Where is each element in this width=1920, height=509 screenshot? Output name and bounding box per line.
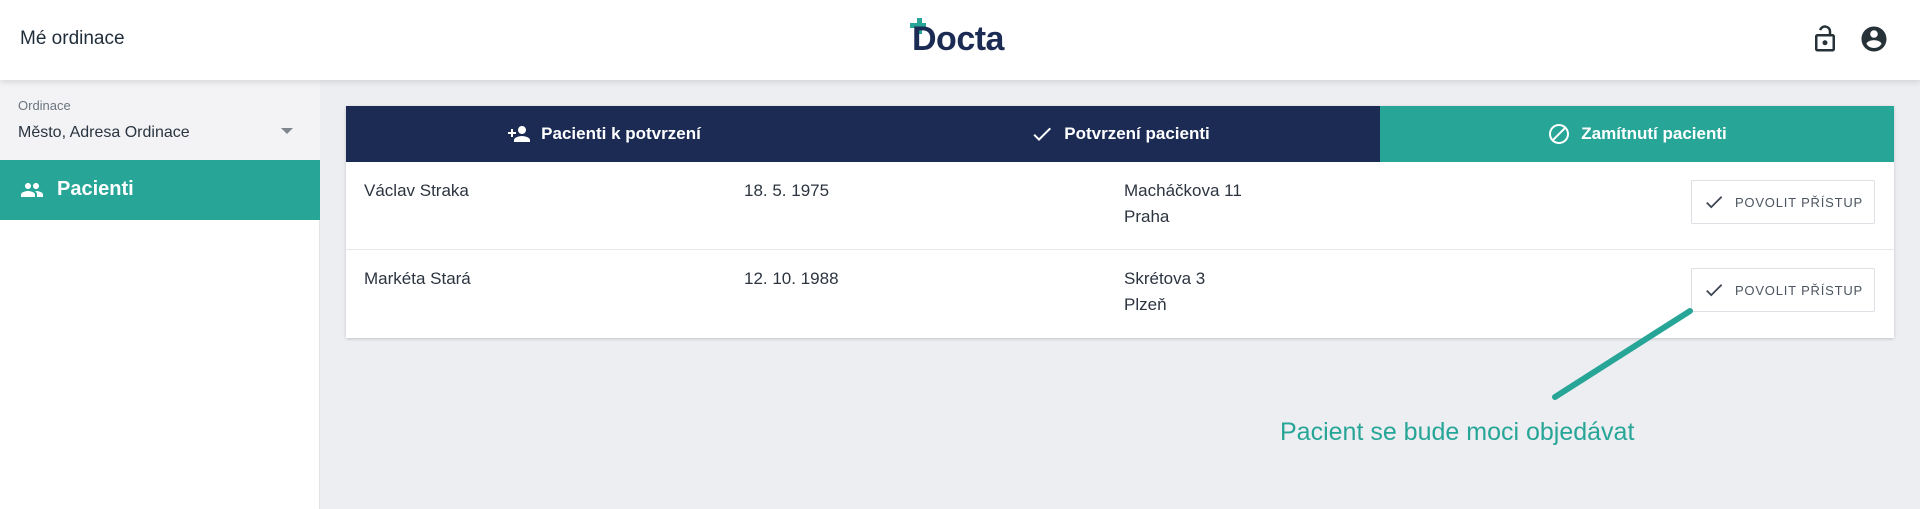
annotation-text: Pacient se bude moci objedávat [1280, 418, 1635, 446]
check-icon [1706, 196, 1723, 209]
check-icon [1033, 127, 1052, 141]
docta-logo[interactable]: Docta [910, 18, 1012, 62]
patient-birth-date: 12. 10. 1988 [744, 269, 839, 288]
account-circle-icon[interactable] [1859, 24, 1889, 54]
patients-card: Pacienti k potvrzení Potvrzení pacienti … [346, 106, 1894, 338]
patient-name: Markéta Stará [364, 269, 471, 288]
block-icon [1549, 124, 1570, 144]
table-row: Markéta Stará 12. 10. 1988 Skrétova 3 Pl… [346, 250, 1894, 338]
clinic-select[interactable]: Ordinace Město, Adresa Ordinace [0, 80, 320, 160]
tab-label: Zamítnutí pacienti [1581, 124, 1727, 143]
allow-access-button[interactable]: POVOLIT PŘÍSTUP [1691, 268, 1875, 312]
page-title: Mé ordinace [20, 28, 125, 49]
lock-open-icon[interactable] [1810, 24, 1840, 54]
check-icon [1706, 284, 1723, 297]
table-row: Václav Straka 18. 5. 1975 Macháčkova 11 … [346, 162, 1894, 250]
person-add-icon [508, 126, 531, 142]
sidebar-item-pacienti[interactable]: Pacienti [0, 160, 320, 220]
logo-text: Docta [912, 20, 1004, 58]
people-icon [21, 183, 43, 197]
allow-access-button[interactable]: POVOLIT PŘÍSTUP [1691, 180, 1875, 224]
patient-city: Plzeň [1124, 295, 1167, 314]
tab-label: Potvrzení pacienti [1064, 124, 1210, 143]
dropdown-caret-icon [281, 128, 293, 134]
tab-label: Pacienti k potvrzení [541, 124, 701, 143]
tab-pending-patients[interactable]: Pacienti k potvrzení [346, 106, 862, 162]
sidebar: Ordinace Město, Adresa Ordinace Pacienti [0, 80, 320, 509]
clinic-select-value: Město, Adresa Ordinace [18, 124, 190, 141]
patient-city: Praha [1124, 207, 1170, 226]
patient-address: Macháčkova 11 Praha [1124, 178, 1242, 230]
sidebar-item-label: Pacienti [57, 178, 134, 200]
app-header: Mé ordinace Docta [0, 0, 1920, 80]
tab-confirmed-patients[interactable]: Potvrzení pacienti [862, 106, 1378, 162]
patient-street: Skrétova 3 [1124, 269, 1206, 288]
patient-birth-date: 18. 5. 1975 [744, 181, 830, 200]
allow-access-label: POVOLIT PŘÍSTUP [1734, 194, 1864, 210]
clinic-select-label: Ordinace [18, 98, 71, 113]
allow-access-label: POVOLIT PŘÍSTUP [1734, 282, 1864, 298]
patient-address: Skrétova 3 Plzeň [1124, 266, 1205, 318]
tab-rejected-patients[interactable]: Zamítnutí pacienti [1380, 106, 1894, 162]
patient-street: Macháčkova 11 [1124, 181, 1242, 200]
patient-tabs: Pacienti k potvrzení Potvrzení pacienti … [346, 106, 1894, 162]
patient-name: Václav Straka [364, 181, 469, 200]
